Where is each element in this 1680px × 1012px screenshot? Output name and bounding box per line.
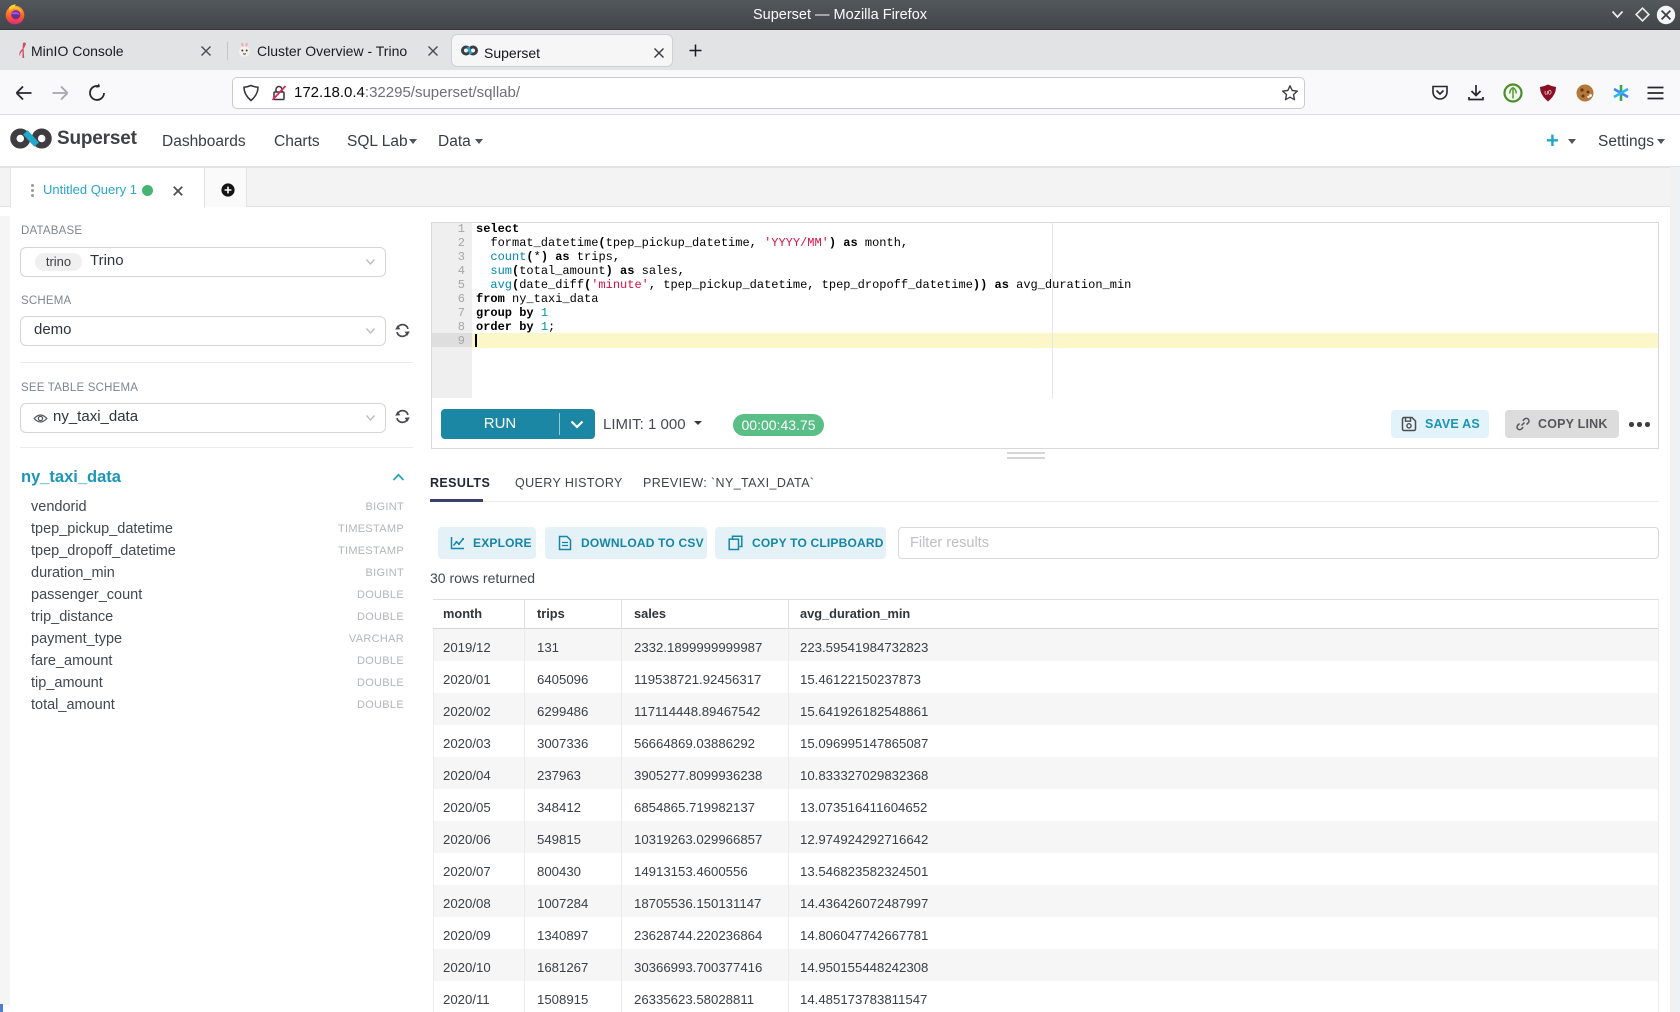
svg-text:u0: u0 — [1544, 90, 1552, 97]
